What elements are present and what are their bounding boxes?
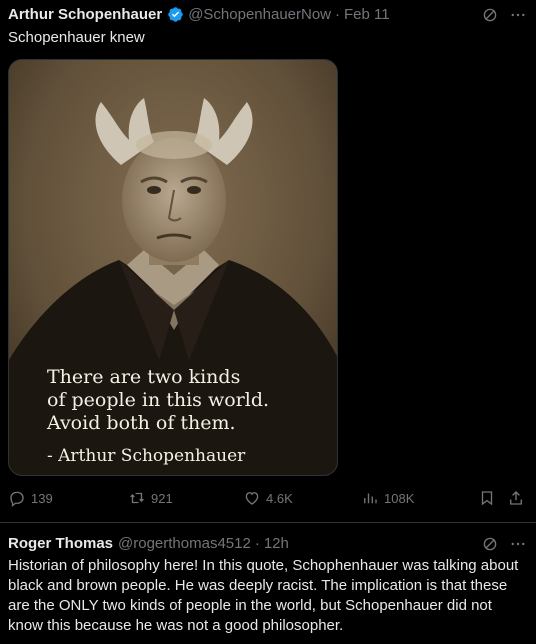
bookmark-icon (481, 491, 493, 506)
tweet-date[interactable]: Feb 11 (344, 6, 390, 23)
like-icon (245, 492, 259, 505)
reply-tweet: Roger Thomas @rogerthomas4512 · 12h Hist… (0, 532, 536, 644)
reply-top-actions (481, 535, 527, 558)
grok-icon[interactable] (481, 6, 499, 29)
views-button[interactable]: 108K (361, 489, 414, 507)
tweet-top-actions (481, 6, 527, 29)
views-count: 108K (384, 490, 415, 506)
reply-header: Roger Thomas @rogerthomas4512 · 12h (8, 535, 289, 552)
image-quote: There are two kinds of people in this wo… (47, 366, 270, 434)
verified-badge-icon (167, 6, 184, 23)
reply-time[interactable]: 12h (264, 535, 289, 552)
share-button[interactable] (507, 489, 530, 507)
grok-icon[interactable] (481, 535, 499, 558)
separator: · (254, 535, 260, 552)
reply-author-name[interactable]: Roger Thomas (8, 535, 113, 552)
reply-author-handle[interactable]: @rogerthomas4512 (118, 535, 251, 552)
reply-button[interactable]: 139 (8, 489, 53, 507)
main-tweet: Arthur Schopenhauer @SchopenhauerNow · F… (0, 0, 536, 520)
repost-icon (130, 492, 144, 504)
author-name[interactable]: Arthur Schopenhauer (8, 6, 162, 23)
more-icon[interactable] (509, 535, 527, 558)
repost-count: 921 (151, 490, 173, 506)
tweet-header: Arthur Schopenhauer @SchopenhauerNow · F… (8, 6, 390, 23)
share-icon (510, 491, 522, 505)
bookmark-button[interactable] (478, 489, 501, 507)
divider (0, 522, 536, 523)
like-count: 4.6K (266, 490, 293, 506)
separator: · (335, 6, 341, 23)
views-icon (364, 493, 377, 504)
like-button[interactable]: 4.6K (243, 489, 293, 507)
reply-count: 139 (31, 490, 53, 506)
author-handle[interactable]: @SchopenhauerNow (188, 6, 331, 23)
image-attribution: - Arthur Schopenhauer (47, 446, 246, 466)
repost-button[interactable]: 921 (128, 489, 173, 507)
tweet-image[interactable]: There are two kinds of people in this wo… (8, 59, 338, 476)
reply-text: Historian of philosophy here! In this qu… (8, 557, 519, 634)
tweet-text: Schopenhauer knew (8, 29, 145, 46)
more-icon[interactable] (509, 6, 527, 29)
reply-icon (10, 491, 24, 507)
tweet-actions: 139 921 4.6K 108K (0, 489, 536, 511)
